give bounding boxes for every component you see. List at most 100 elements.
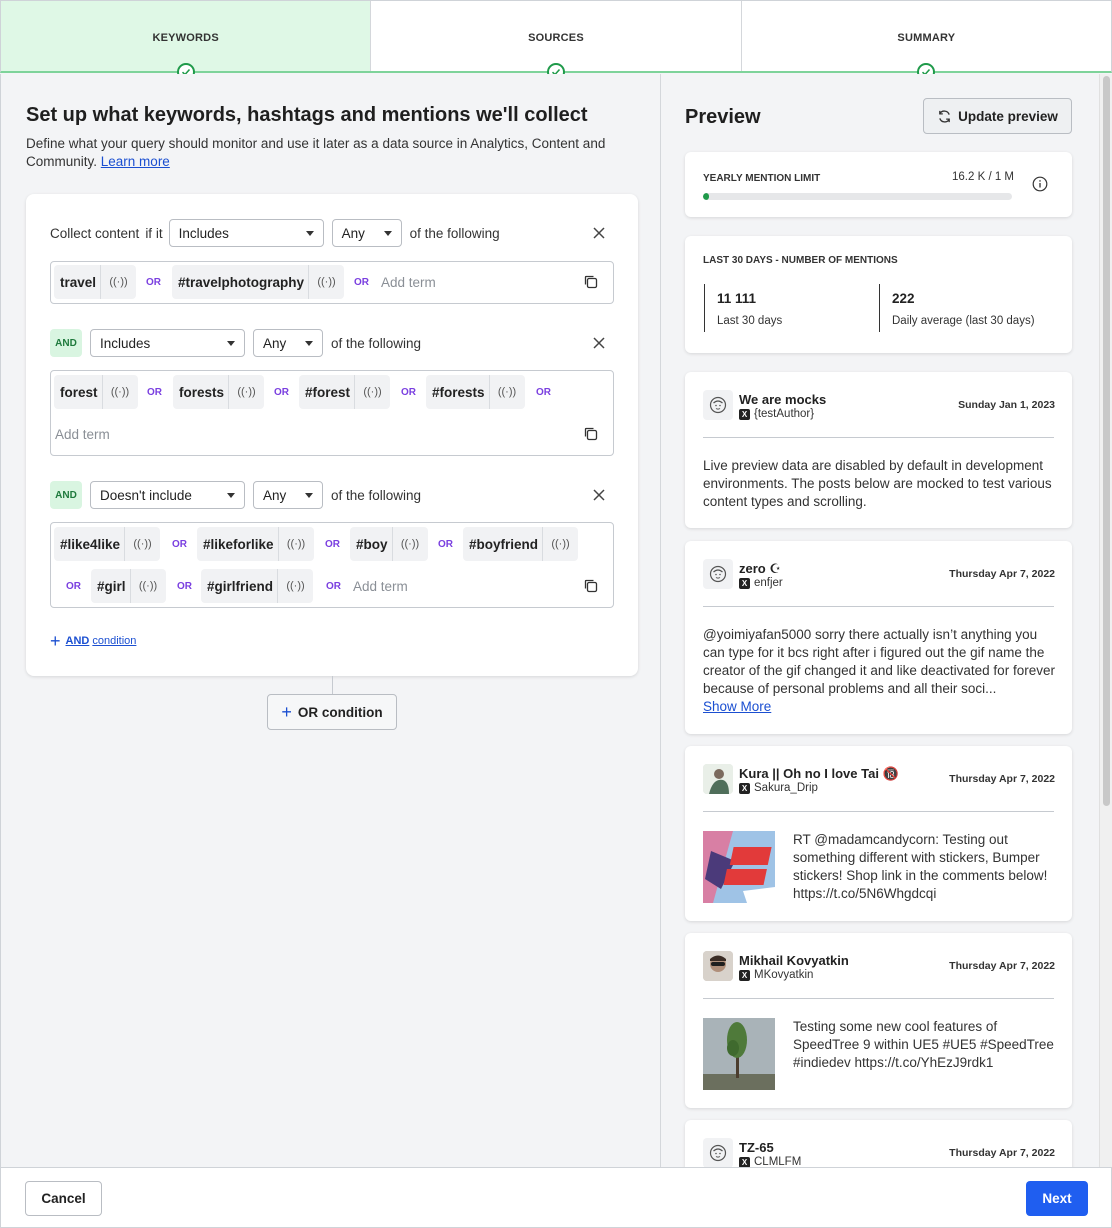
term-chip[interactable]: #travelphotography ((·)) (172, 265, 345, 299)
add-term-input[interactable]: Add term (55, 427, 110, 442)
add-term-input[interactable]: Add term (381, 275, 436, 290)
condition-row-1: Collect content if it Includes Any of th… (50, 219, 500, 247)
divider (703, 437, 1054, 438)
broadcast-icon[interactable]: ((·)) (391, 527, 428, 561)
add-or-condition-button[interactable]: + OR condition (267, 694, 397, 730)
term-box-3[interactable]: #like4like ((·)) OR #likeforlike ((·)) OR … (50, 522, 614, 608)
divider (703, 606, 1054, 607)
post-author-name[interactable]: We are mocks (739, 392, 826, 407)
update-preview-button[interactable]: Update preview (923, 98, 1072, 134)
term-text: #like4like (60, 536, 121, 552)
sticker-image-icon (703, 831, 775, 903)
post-date: Thursday Apr 7, 2022 (949, 773, 1055, 785)
x-logo-icon: X (739, 577, 750, 589)
next-button[interactable]: Next (1026, 1181, 1088, 1216)
broadcast-icon[interactable]: ((·)) (354, 375, 390, 409)
copy-icon[interactable] (583, 274, 599, 290)
default-avatar-icon (709, 565, 727, 583)
term-chip[interactable]: #girlfriend ((·)) (201, 569, 314, 603)
post-author-name[interactable]: Mikhail Kovyatkin (739, 953, 849, 968)
term-chip[interactable]: #likeforlike ((·)) (197, 527, 314, 561)
term-chip[interactable]: forests ((·)) (173, 375, 265, 409)
add-and-condition-button[interactable]: + AND condition (50, 632, 136, 650)
term-chip[interactable]: travel ((·)) (54, 265, 137, 299)
condition-row-2: AND Includes Any of the following (50, 329, 421, 357)
broadcast-icon[interactable]: ((·)) (100, 265, 136, 299)
step-sources[interactable]: SOURCES (371, 1, 742, 81)
broadcast-icon[interactable]: ((·)) (488, 375, 525, 409)
broadcast-icon[interactable]: ((·)) (129, 569, 166, 603)
post-card[interactable]: We are mocks X {testAuthor} Sunday Jan 1,… (685, 372, 1072, 528)
post-author-name[interactable]: Kura || Oh no I love Tai 🔞 (739, 766, 899, 782)
copy-icon[interactable] (583, 578, 599, 594)
post-author-name[interactable]: zero ☪︎ (739, 561, 781, 577)
post-card[interactable]: zero ☪︎ Xenfjer Thursday Apr 7, 2022 @yo… (685, 541, 1072, 734)
term-chip[interactable]: #like4like ((·)) (54, 527, 161, 561)
close-icon[interactable] (592, 336, 606, 350)
term-text: travel (60, 274, 97, 290)
term-text: #girl (97, 578, 126, 594)
caret-down-icon (305, 492, 313, 498)
term-chip[interactable]: #boy ((·)) (350, 527, 428, 561)
close-icon[interactable] (592, 226, 606, 240)
collect-label: Collect content (50, 225, 140, 241)
footer: Cancel Next (0, 1167, 1112, 1228)
yearly-limit-progress (703, 193, 1012, 200)
broadcast-icon[interactable]: ((·)) (228, 375, 264, 409)
last-30-days-title: LAST 30 DAYS - NUMBER OF MENTIONS (703, 255, 898, 266)
preview-scrollbar[interactable] (1099, 74, 1112, 1167)
term-box-2[interactable]: forest ((·)) OR forests ((·)) OR #forest((… (50, 370, 614, 456)
divider (703, 811, 1054, 812)
post-text: @yoimiyafan5000 sorry there actually isn… (703, 627, 1055, 696)
post-author-name[interactable]: TZ-65 (739, 1140, 774, 1155)
handle-text: MKovyatkin (754, 969, 814, 981)
operator-select[interactable]: Includes (90, 329, 245, 357)
close-icon[interactable] (592, 488, 606, 502)
avatar-image-icon (703, 764, 733, 794)
learn-more-link[interactable]: Learn more (101, 154, 170, 169)
operator-select[interactable]: Includes (168, 219, 324, 247)
operator-select[interactable]: Doesn't include (90, 481, 245, 509)
post-card[interactable]: Mikhail Kovyatkin X MKovyatkin Thursday A… (685, 933, 1072, 1108)
show-more-link[interactable]: Show More (703, 699, 771, 714)
term-chip[interactable]: #forest ((·)) (299, 375, 391, 409)
post-card[interactable]: Kura || Oh no I love Tai 🔞 X Sakura_Drip … (685, 746, 1072, 921)
term-chip[interactable]: forest ((·)) (54, 375, 138, 409)
cancel-button[interactable]: Cancel (25, 1181, 102, 1216)
select-value: Any (341, 225, 365, 241)
match-select[interactable]: Any (331, 219, 402, 247)
match-select[interactable]: Any (253, 481, 323, 509)
info-icon[interactable] (1032, 176, 1048, 192)
post-author-handle: X CLMLFM (739, 1156, 801, 1167)
broadcast-icon[interactable]: ((·)) (124, 527, 160, 561)
term-box-1[interactable]: travel ((·)) OR #travelphotography ((·)) O… (50, 261, 614, 304)
divider (703, 998, 1054, 999)
broadcast-icon[interactable]: ((·)) (277, 569, 313, 603)
update-preview-label: Update preview (958, 108, 1058, 124)
broadcast-icon[interactable]: ((·)) (308, 265, 344, 299)
step-summary[interactable]: SUMMARY (742, 1, 1111, 81)
post-author-handle: X {testAuthor} (739, 408, 814, 420)
term-chip[interactable]: #boyfriend ((·)) (463, 527, 579, 561)
term-chip[interactable]: #forests ((·)) (426, 375, 525, 409)
or-label: OR (536, 387, 551, 398)
handle-text: enfjer (754, 577, 783, 589)
broadcast-icon[interactable]: ((·)) (542, 527, 578, 561)
or-label: OR (438, 539, 453, 550)
preview-panel: Preview Update preview YEARLY MENTION LI… (661, 74, 1099, 1167)
scrollbar-thumb[interactable] (1103, 76, 1110, 806)
match-select[interactable]: Any (253, 329, 323, 357)
post-card[interactable]: TZ-65 X CLMLFM Thursday Apr 7, 2022 (685, 1120, 1072, 1167)
stat-label: Last 30 days (717, 315, 783, 327)
post-image[interactable] (703, 831, 775, 903)
add-term-input[interactable]: Add term (353, 579, 408, 594)
post-text: Live preview data are disabled by defaul… (703, 458, 1052, 509)
term-chip[interactable]: #girl ((·)) (91, 569, 166, 603)
stat-number: 11 111 (717, 291, 757, 306)
stat-number: 222 (892, 291, 915, 306)
broadcast-icon[interactable]: ((·)) (101, 375, 138, 409)
broadcast-icon[interactable]: ((·)) (277, 527, 314, 561)
post-image[interactable] (703, 1018, 775, 1090)
step-keywords[interactable]: KEYWORDS (1, 1, 372, 81)
copy-icon[interactable] (583, 426, 599, 442)
